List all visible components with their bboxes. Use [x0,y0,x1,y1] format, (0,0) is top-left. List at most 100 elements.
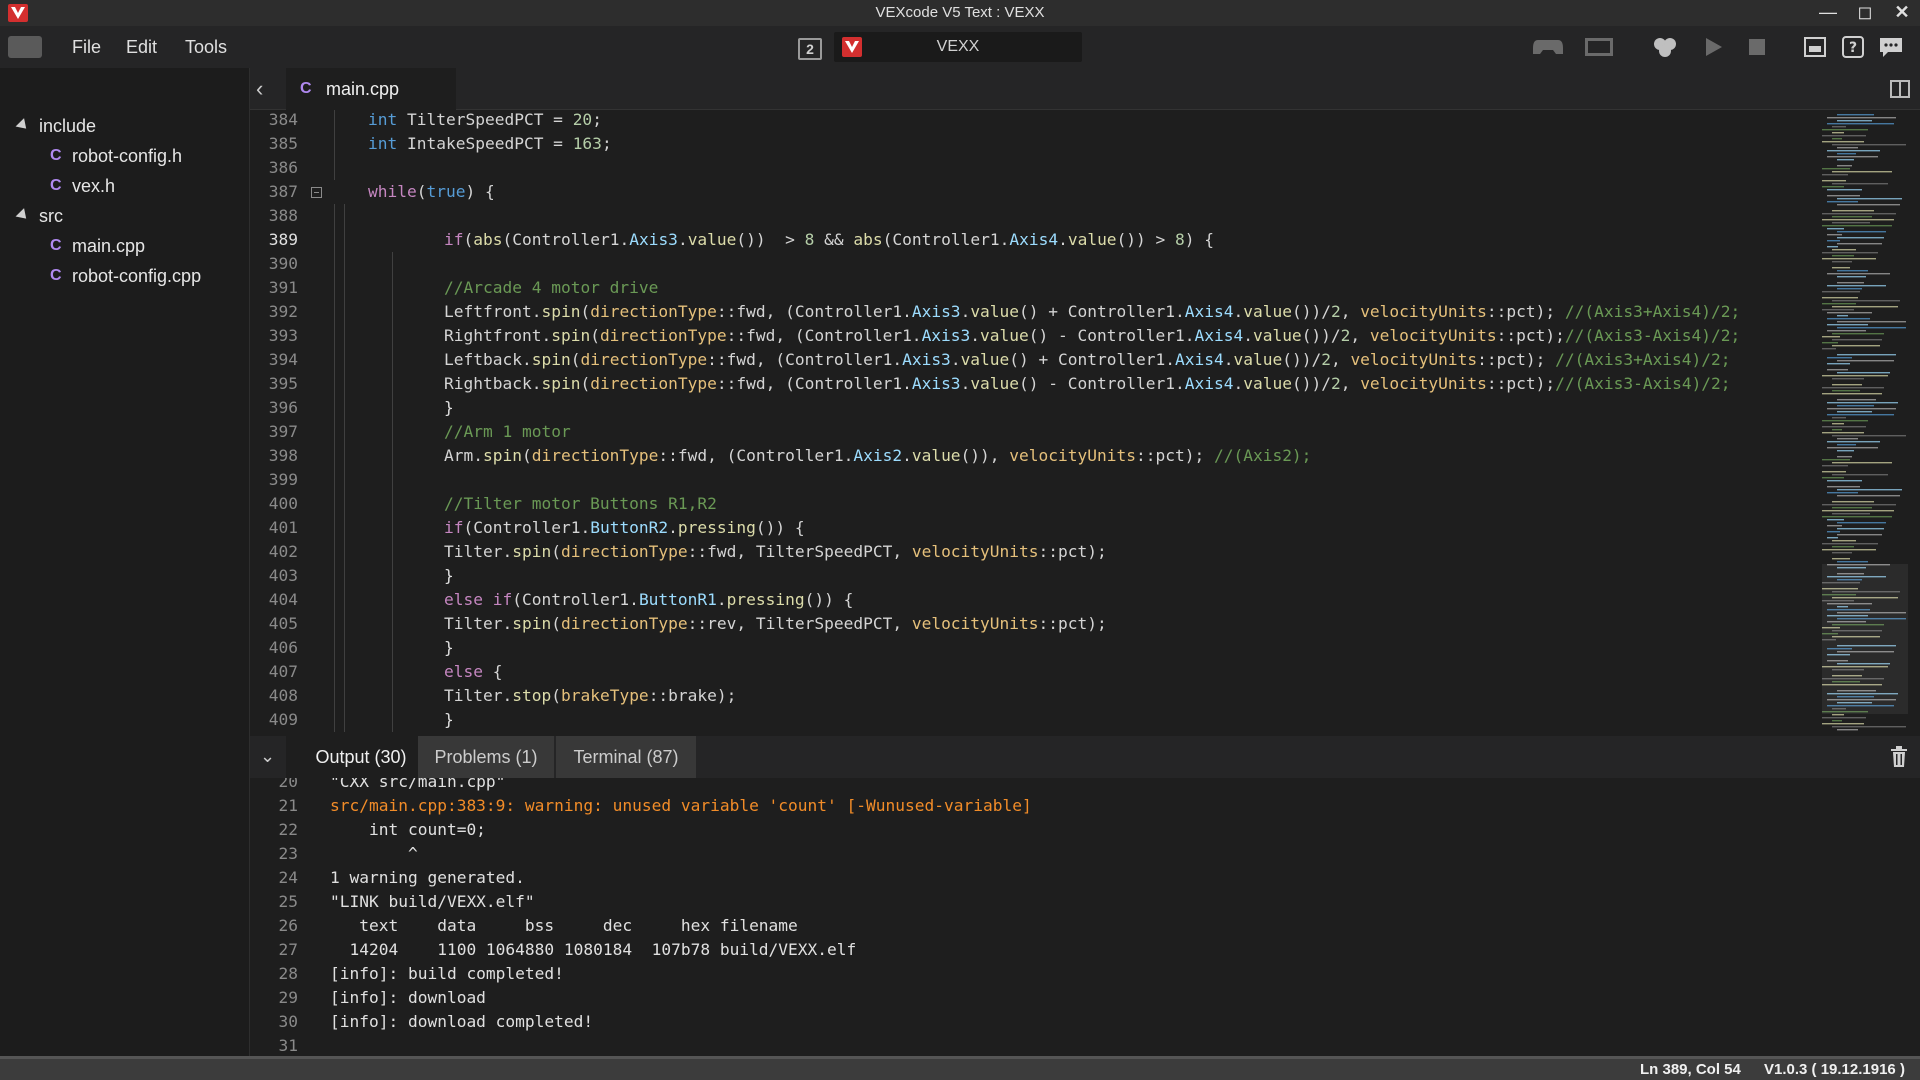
code-text: Rightfront.spin(directionType::fwd, (Con… [444,326,1741,345]
code-line[interactable]: 401 if(Controller1.ButtonR2.pressing()) { [250,516,1820,540]
minimap-row [1837,489,1902,491]
code-line[interactable]: 409} [250,708,1820,732]
code-editor[interactable]: 384 int TilterSpeedPCT = 20; 385 int Intake… [250,110,1920,736]
split-editor-icon[interactable] [1890,80,1910,98]
code-line[interactable]: 396} [250,396,1820,420]
minimap-row [1832,501,1874,503]
code-line[interactable]: 402 Tilter.spin(directionType::fwd, Tilte… [250,540,1820,564]
indent-guide [334,228,335,252]
maximize-icon[interactable]: ◻ [1847,0,1883,26]
code-line[interactable]: 397 //Arm 1 motor [250,420,1820,444]
code-line[interactable]: 408 Tilter.stop(brakeType::brake); [250,684,1820,708]
minimap-row [1827,228,1844,230]
code-line[interactable]: 404 else if(Controller1.ButtonR1.pressing… [250,588,1820,612]
code-line[interactable]: 388 [250,204,1820,228]
minimap-row [1822,516,1892,518]
output-line-number: 26 [278,916,299,935]
minimap[interactable] [1822,110,1908,736]
minimap-row [1827,273,1890,275]
code-line[interactable]: 400 //Tilter motor Buttons R1,R2 [250,492,1820,516]
build-download-icon[interactable] [1652,36,1678,58]
slot-selector[interactable]: 2 [798,38,822,60]
output-console[interactable]: 20 "CXX src/main.cpp" 21 src/main.cpp:383:9… [250,778,1920,1056]
devices-icon[interactable] [1802,36,1828,58]
minimap-row [1822,717,1866,719]
indent-guide [392,444,393,468]
indent-guide [344,636,345,660]
project-name-box[interactable]: VEXX [834,32,1082,62]
help-icon[interactable]: ? [1840,36,1866,58]
minimap-row [1822,303,1856,305]
minimap-row [1837,450,1854,452]
indent-guide [334,708,335,732]
brain-screen-icon[interactable] [1584,36,1614,58]
feedback-icon[interactable] [1878,36,1904,58]
minimap-row [1832,249,1856,251]
minimap-row [1832,720,1842,722]
minimap-row [1822,336,1840,338]
expand-triangle-icon[interactable] [15,208,31,223]
menu-tools[interactable]: Tools [185,37,227,58]
editor-tab-bar: ‹ C main.cpp [250,68,1920,110]
code-line[interactable]: 405 Tilter.spin(directionType::rev, Tilte… [250,612,1820,636]
vexcode-logo-icon[interactable] [8,36,42,58]
play-icon[interactable] [1700,36,1726,58]
minimap-row [1832,306,1898,308]
code-line[interactable]: 403} [250,564,1820,588]
indent-guide [392,468,393,492]
controller-icon[interactable] [1532,36,1564,58]
menu-file[interactable]: File [72,37,101,58]
code-line[interactable]: 407 else { [250,660,1820,684]
minimap-row [1822,297,1858,299]
line-number: 391 [268,278,298,297]
expand-triangle-icon[interactable] [15,118,31,133]
minimap-row [1827,414,1894,416]
tab-main-cpp[interactable]: C main.cpp [286,68,456,110]
fold-toggle-icon[interactable] [311,187,322,198]
tab-problems[interactable]: Problems (1) [418,736,554,778]
stop-icon[interactable] [1744,36,1770,58]
minimap-row [1837,372,1890,374]
chevron-down-icon[interactable]: ⌄ [260,746,282,768]
code-line[interactable]: 391 //Arcade 4 motor drive [250,276,1820,300]
code-line[interactable]: 406} [250,636,1820,660]
minimap-row [1837,534,1882,536]
code-line[interactable]: 386 [250,156,1820,180]
code-line[interactable]: 399 [250,468,1820,492]
code-line[interactable]: 395 Rightback.spin(directionType::fwd, (C… [250,372,1820,396]
code-line[interactable]: 389 if(abs(Controller1.Axis3.value()) > 8… [250,228,1820,252]
code-line[interactable]: 390 [250,252,1820,276]
trash-icon[interactable] [1890,746,1908,768]
line-number: 400 [268,494,298,513]
tab-terminal[interactable]: Terminal (87) [556,736,696,778]
indent-guide [334,324,335,348]
output-text: text data bss dec hex filename [330,916,798,935]
editor-scrollbar[interactable] [1910,110,1920,736]
line-number: 404 [268,590,298,609]
indent-guide [334,348,335,372]
minimap-row [1822,477,1844,479]
code-line[interactable]: 394 Leftback.spin(directionType::fwd, (Co… [250,348,1820,372]
menu-edit[interactable]: Edit [126,37,157,58]
code-line[interactable]: 392 Leftfront.spin(directionType::fwd, (C… [250,300,1820,324]
indent-guide [344,708,345,732]
minimap-row [1827,240,1840,242]
code-line[interactable]: 385 int IntakeSpeedPCT = 163; [250,132,1820,156]
close-icon[interactable]: ✕ [1884,0,1920,26]
minimap-row [1837,354,1896,356]
status-bar: Ln 389, Col 54 V1.0.3 ( 19.12.1916 ) [0,1056,1920,1080]
output-line-number: 31 [278,1036,299,1055]
code-line[interactable]: 393 Rightfront.spin(directionType::fwd, (… [250,324,1820,348]
indent-guide [392,420,393,444]
output-line-number: 23 [278,844,299,863]
code-line[interactable]: 398 Arm.spin(directionType::fwd, (Control… [250,444,1820,468]
minimap-row [1837,327,1906,329]
code-line[interactable]: 384 int TilterSpeedPCT = 20; [250,110,1820,132]
minimize-icon[interactable]: — [1810,0,1846,26]
tab-output[interactable]: Output (30) [286,736,436,778]
tab-label: main.cpp [326,79,400,99]
minimap-row [1837,522,1886,524]
chevron-left-icon[interactable]: ‹ [256,76,280,102]
minimap-row [1827,318,1870,320]
code-line[interactable]: 387 while(true) { [250,180,1820,204]
